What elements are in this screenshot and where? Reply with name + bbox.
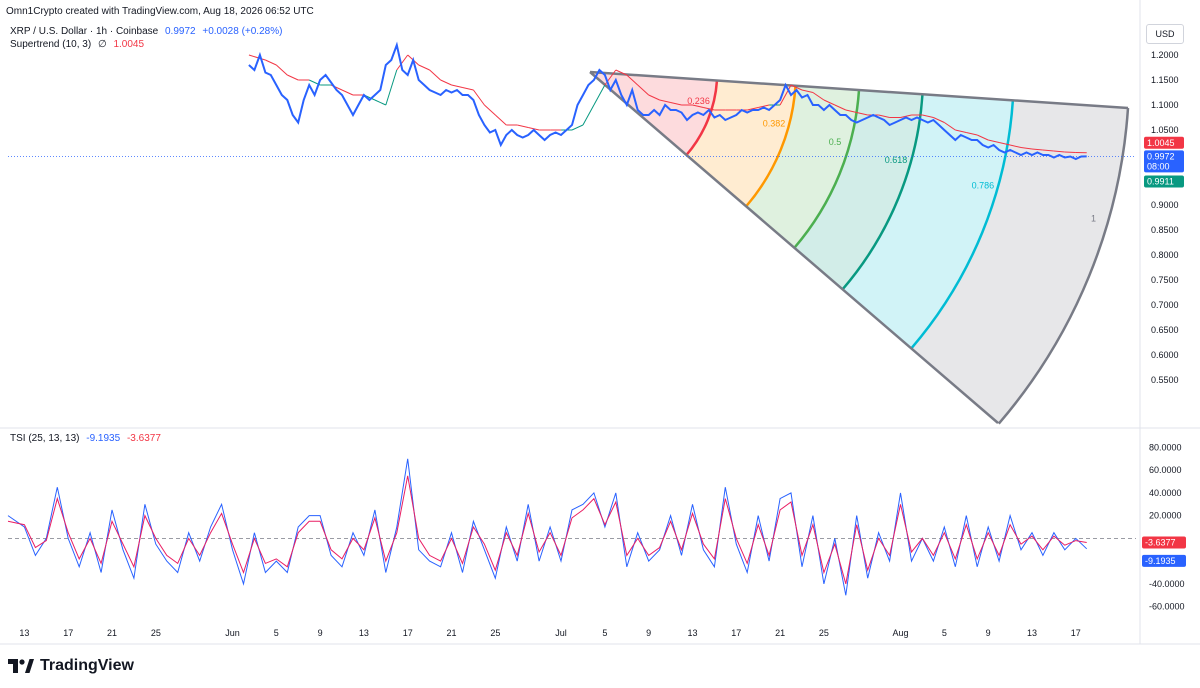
tsi-axis-badge-text: -9.1935 [1145, 556, 1176, 566]
supertrend-label: Supertrend (10, 3) [10, 39, 92, 50]
time-axis-tick: 21 [447, 628, 457, 638]
supertrend-segment [582, 104, 595, 126]
supertrend-segment [248, 54, 266, 61]
price-axis-tick: 0.6000 [1151, 350, 1179, 360]
tradingview-logo-icon [8, 659, 34, 673]
time-axis-tick: 13 [359, 628, 369, 638]
supertrend-segment [593, 84, 606, 106]
price-axis-tick: 0.9000 [1151, 200, 1179, 210]
supertrend-segment [517, 124, 529, 128]
price-axis-tick: 1.1000 [1151, 100, 1179, 110]
time-axis-tick: 21 [775, 628, 785, 638]
price-axis-tick: 0.8000 [1151, 250, 1179, 260]
price-axis-badge-text: 0.9911 [1147, 176, 1174, 186]
time-axis-tick: 13 [687, 628, 697, 638]
price-axis-tick: 0.7000 [1151, 300, 1179, 310]
tradingview-wordmark: TradingView [40, 657, 134, 674]
time-axis-tick: Aug [893, 628, 909, 638]
supertrend-segment [495, 114, 507, 126]
tsi-legend: TSI (25, 13, 13) -9.1935 -3.6377 [10, 433, 165, 444]
time-axis-tick: 9 [646, 628, 651, 638]
tsi-axis-tick: 80.0000 [1149, 442, 1182, 452]
supertrend-segment [275, 64, 288, 76]
supertrend-segment [1064, 151, 1076, 153]
bar-countdown-text: 08:00 [1147, 161, 1170, 171]
time-axis-tick: 17 [731, 628, 741, 638]
tsi-line [7, 458, 1088, 596]
time-axis-tick: 13 [19, 628, 29, 638]
supertrend-segment [571, 124, 584, 131]
price-change: +0.0028 (+0.28%) [202, 26, 283, 37]
tsi-signal-value: -3.6377 [126, 433, 161, 444]
price-axis-tick: 1.0500 [1151, 125, 1179, 135]
supertrend-legend: Supertrend (10, 3) ∅ 1.0045 [10, 39, 148, 50]
tsi-axis-tick: -40.0000 [1149, 579, 1185, 589]
price-axis-tick: 0.5500 [1151, 375, 1179, 385]
tsi-axis-tick: 20.0000 [1149, 511, 1182, 521]
supertrend-segment [418, 64, 430, 71]
price-axis-tick: 1.1500 [1151, 75, 1179, 85]
last-price: 0.9972 [165, 26, 196, 37]
price-axis-badge-text: 0.9972 [1147, 151, 1175, 161]
supertrend-segment [374, 99, 387, 106]
supertrend-value: 1.0045 [113, 39, 145, 50]
time-axis-tick: 21 [107, 628, 117, 638]
tsi-axis-tick: 40.0000 [1149, 488, 1182, 498]
time-axis-tick: 13 [1027, 628, 1037, 638]
price-axis-badge-text: 1.0045 [1147, 138, 1175, 148]
time-axis-tick: 25 [819, 628, 829, 638]
price-axis-tick: 1.2000 [1151, 50, 1179, 60]
time-axis-tick: 9 [986, 628, 991, 638]
tradingview-logo: TradingView [8, 655, 134, 677]
currency-button[interactable]: USD [1146, 24, 1184, 44]
supertrend-segment [341, 89, 354, 96]
tsi-label: TSI (25, 13, 13) [10, 433, 80, 444]
tsi-axis-tick: -60.0000 [1149, 602, 1185, 612]
supertrend-segment [429, 69, 441, 81]
symbol-label: XRP / U.S. Dollar · 1h · Coinbase [10, 26, 159, 37]
supertrend-segment [385, 69, 398, 106]
fib-level-label: 0.786 [972, 181, 995, 191]
time-axis-tick: 17 [403, 628, 413, 638]
tsi-axis-tick: 60.0000 [1149, 465, 1182, 475]
time-axis-tick: 5 [942, 628, 947, 638]
tsi-axis-badge-text: -3.6377 [1145, 538, 1176, 548]
tsi-value: -9.1935 [86, 433, 121, 444]
supertrend-segment [462, 87, 474, 91]
supertrend-segment [287, 74, 299, 81]
supertrend-segment [484, 104, 496, 116]
supertrend-segment [265, 59, 277, 66]
time-axis-tick: 5 [274, 628, 279, 638]
price-axis-tick: 0.6500 [1151, 325, 1179, 335]
time-axis-tick: 17 [63, 628, 73, 638]
time-axis-tick: Jun [225, 628, 240, 638]
tsi-signal-line [7, 475, 1087, 585]
supertrend-symbol: ∅ [97, 39, 107, 50]
chart-canvas[interactable]: 1.20001.15001.10001.05000.95000.90000.85… [0, 0, 1200, 688]
price-axis-tick: 0.7500 [1151, 275, 1179, 285]
time-axis-tick: 17 [1071, 628, 1081, 638]
time-axis-tick: 25 [490, 628, 500, 638]
price-axis-tick: 0.8500 [1151, 225, 1179, 235]
fib-level-label: 1 [1091, 213, 1096, 223]
fib-level-label: 0.382 [763, 119, 786, 129]
fib-level-label: 0.5 [829, 137, 842, 147]
time-axis-tick: 9 [318, 628, 323, 638]
supertrend-segment [451, 84, 463, 88]
symbol-legend: XRP / U.S. Dollar · 1h · Coinbase 0.9972… [10, 26, 286, 37]
time-axis-tick: 5 [602, 628, 607, 638]
fib-speed-arcs [589, 70, 1130, 425]
time-axis-tick: Jul [555, 628, 567, 638]
supertrend-segment [440, 79, 452, 86]
time-axis-tick: 25 [151, 628, 161, 638]
created-with-text: Omn1Crypto created with TradingView.com,… [6, 6, 314, 17]
